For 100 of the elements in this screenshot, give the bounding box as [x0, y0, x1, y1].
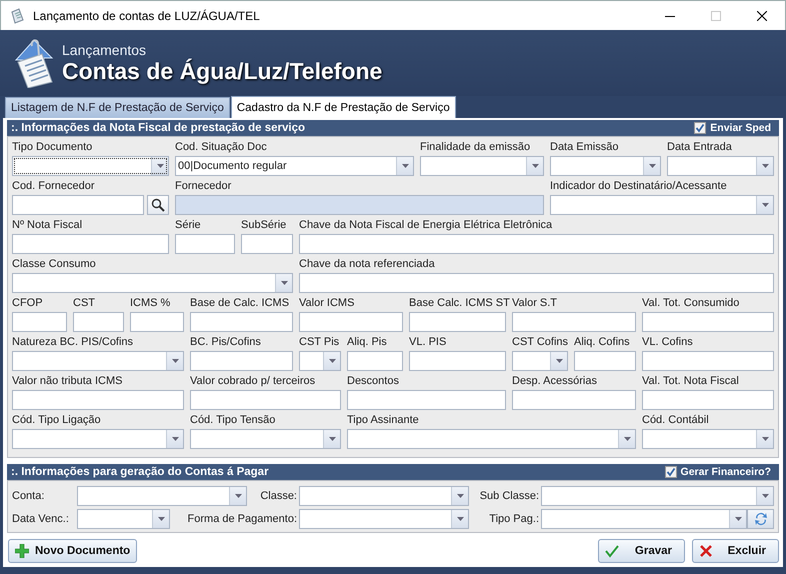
- field-label: Natureza BC. PIS/Cofins: [12, 336, 134, 350]
- button[interactable]: Excluir: [692, 539, 779, 563]
- field-label: CST: [73, 297, 96, 311]
- text-field[interactable]: [299, 312, 403, 332]
- field-label: CST Cofins: [512, 336, 568, 350]
- field-label: Desp. Acessórias: [512, 375, 598, 389]
- text-field[interactable]: [409, 312, 506, 332]
- field-label: Forma de Pagamento:: [186, 512, 298, 524]
- field-label: Cód. Tipo Tensão: [190, 414, 276, 428]
- text-field[interactable]: [642, 312, 774, 332]
- field-label: SubSérie: [241, 219, 288, 233]
- tab[interactable]: Cadastro da N.F de Prestação de Serviço: [230, 96, 456, 118]
- checkbox-label: Gerar Financeiro?: [680, 466, 771, 478]
- caret-icon: [328, 437, 336, 441]
- text-field[interactable]: [190, 351, 293, 371]
- header-subtitle: Lançamentos: [62, 42, 148, 58]
- text-field[interactable]: [512, 390, 636, 410]
- checkbox-label: Enviar Sped: [710, 122, 771, 134]
- field-label: Cód. Contábil: [642, 414, 710, 428]
- field-label: Tipo Documento: [12, 141, 94, 155]
- button[interactable]: Novo Documento: [8, 539, 138, 563]
- text-field[interactable]: [409, 351, 506, 371]
- caret-icon: [624, 437, 630, 441]
- text-field[interactable]: [642, 390, 774, 410]
- field-label: ICMS %: [130, 297, 172, 311]
- field-label: Série: [175, 219, 202, 233]
- caret-icon: [762, 203, 768, 207]
- field-label: Val. Tot. Consumido: [642, 297, 740, 311]
- header-title: Contas de Água/Luz/Telefone: [62, 58, 382, 84]
- search-button[interactable]: [147, 195, 169, 215]
- field-label: Val. Tot. Nota Fiscal: [642, 375, 740, 389]
- field-label: Tipo Pag.:: [488, 512, 540, 524]
- cross-icon: [699, 544, 713, 558]
- field-label: Sub Classe:: [478, 490, 540, 502]
- section-title: :. Informações da Nota Fiscal de prestação de serviço: [11, 122, 305, 134]
- caret-icon: [328, 359, 336, 363]
- caret-icon: [172, 359, 178, 363]
- field-label: Nº Nota Fiscal: [12, 219, 84, 233]
- field-label: Aliq. Pis: [347, 336, 388, 350]
- text-field[interactable]: [347, 351, 403, 371]
- field-label: VL. PIS: [409, 336, 448, 350]
- text-field[interactable]: [12, 234, 169, 254]
- tab[interactable]: Listagem de N.F de Prestação de Serviço: [5, 97, 230, 118]
- text-field[interactable]: [73, 312, 124, 332]
- caret-icon: [456, 494, 464, 498]
- caret-icon: [762, 164, 768, 168]
- document-icon: [9, 8, 25, 24]
- caret-icon: [456, 516, 464, 520]
- window-title: Lançamento de contas de LUZ/ÁGUA/TEL: [33, 8, 261, 22]
- field-label: Data Entrada: [667, 141, 733, 155]
- plus-icon: [15, 544, 29, 558]
- text-field[interactable]: [190, 312, 293, 332]
- checkbox[interactable]: [694, 122, 706, 134]
- field-label: Valor ICMS: [299, 297, 356, 311]
- caret-icon: [234, 494, 242, 498]
- field-label: Classe:: [259, 490, 298, 502]
- text-field[interactable]: [299, 273, 774, 293]
- text-field[interactable]: [12, 390, 184, 410]
- field-label: Cod. Situação Doc: [175, 141, 268, 155]
- text-field[interactable]: [241, 234, 293, 254]
- caret-icon: [648, 164, 656, 168]
- caret-icon: [402, 164, 408, 168]
- field-label: CFOP: [12, 297, 44, 311]
- text-field[interactable]: [190, 390, 341, 410]
- field-label: Finalidade da emissão: [420, 141, 532, 155]
- text-field[interactable]: [12, 312, 67, 332]
- check-icon: [605, 544, 619, 558]
- section-title: :. Informações para geração do Contas á Pagar: [11, 466, 269, 478]
- checkbox[interactable]: [664, 466, 677, 478]
- text-field[interactable]: [130, 312, 184, 332]
- field-label: Classe Consumo: [12, 258, 97, 272]
- field-label: Data Emissão: [550, 141, 620, 155]
- field-label: Data Venc.:: [12, 512, 70, 524]
- text-field[interactable]: [512, 312, 636, 332]
- caret-icon: [734, 516, 742, 520]
- caret-icon: [532, 164, 538, 168]
- text-field[interactable]: [299, 234, 774, 254]
- field-label: Chave da nota referenciada: [299, 258, 436, 272]
- field-label: Conta:: [12, 490, 46, 502]
- refresh-icon: [752, 510, 768, 526]
- search-icon: [152, 198, 165, 212]
- field-label: BC. Pis/Cofins: [190, 336, 262, 350]
- button[interactable]: Gravar: [598, 539, 685, 563]
- text-field[interactable]: [574, 351, 636, 371]
- field-label: Indicador do Destinatário/Acessante: [550, 180, 728, 194]
- text-field[interactable]: [175, 234, 235, 254]
- caret-icon: [556, 359, 562, 363]
- close-icon[interactable]: [757, 10, 767, 20]
- dropdown[interactable]: [12, 156, 169, 176]
- dropdown[interactable]: 00|Documento regular: [175, 156, 414, 176]
- caret-icon: [280, 281, 288, 285]
- text-field[interactable]: [347, 390, 506, 410]
- field-label: Valor não tributa ICMS: [12, 375, 124, 389]
- text-field[interactable]: [12, 195, 144, 215]
- refresh-button[interactable]: [747, 508, 774, 528]
- field-label: Valor S.T: [512, 297, 558, 311]
- field-label: Cod. Fornecedor: [12, 180, 96, 194]
- caret-icon: [172, 437, 178, 441]
- text-field[interactable]: [642, 351, 774, 371]
- field-label: CST Pis: [299, 336, 340, 350]
